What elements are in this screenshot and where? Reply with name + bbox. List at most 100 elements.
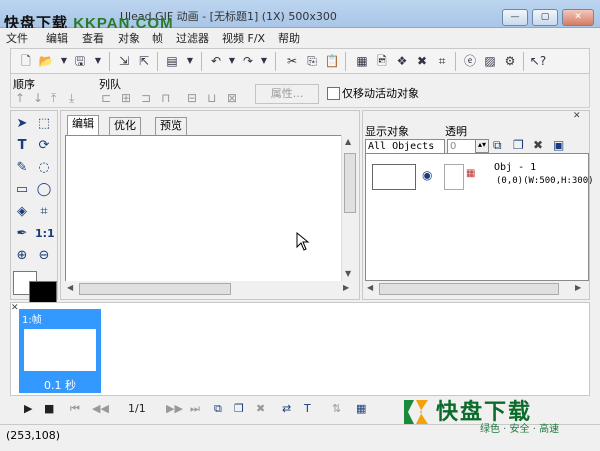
- scroll-left-icon[interactable]: ◀: [367, 283, 373, 292]
- new-object-icon[interactable]: ⧉: [493, 138, 502, 153]
- pointer-tool-icon[interactable]: ➤: [13, 115, 31, 133]
- frame-duration[interactable]: 0.1 秒: [19, 377, 101, 393]
- zoom-out-icon[interactable]: ⊖: [35, 247, 53, 265]
- paint-bucket-icon[interactable]: ◈: [13, 203, 31, 221]
- text-tool-icon[interactable]: T: [13, 137, 31, 155]
- close-button[interactable]: ✕: [562, 9, 594, 26]
- import-icon[interactable]: ⇲: [115, 52, 133, 70]
- zoom-in-icon[interactable]: ⊕: [13, 247, 31, 265]
- next-frame-icon[interactable]: ▶▶: [166, 401, 183, 417]
- menu-filters[interactable]: 过滤器: [176, 30, 209, 46]
- delete-object-icon[interactable]: ✖: [413, 52, 431, 70]
- play-icon[interactable]: ▶: [24, 401, 32, 417]
- arrow-bottom-icon[interactable]: ⤓: [69, 91, 74, 106]
- menu-file[interactable]: 文件: [6, 30, 28, 46]
- object-scroll-thumb[interactable]: [379, 283, 559, 295]
- object-properties-icon[interactable]: ▣: [553, 138, 564, 152]
- foreground-color-swatch[interactable]: [29, 281, 57, 303]
- first-frame-icon[interactable]: ⏮: [70, 401, 80, 417]
- vertical-scroll-thumb[interactable]: [344, 153, 356, 213]
- add-frame-icon[interactable]: ⧉: [214, 401, 222, 417]
- save-dropdown-icon[interactable]: ▼: [89, 52, 107, 70]
- align-bottom-icon[interactable]: ⊔: [207, 91, 216, 105]
- eyedropper-icon[interactable]: ✒: [13, 225, 31, 243]
- panel-close-icon[interactable]: ✕: [573, 111, 581, 121]
- menu-edit[interactable]: 编辑: [46, 30, 68, 46]
- frame-thumbnail[interactable]: 1:帧 0.1 秒: [19, 309, 101, 393]
- object-manager-icon[interactable]: ❖: [393, 52, 411, 70]
- browser-preview-icon[interactable]: ⓔ: [461, 52, 479, 70]
- scroll-right-icon[interactable]: ▶: [343, 283, 349, 292]
- object-hscrollbar[interactable]: ◀ ▶: [365, 281, 587, 295]
- eye-icon[interactable]: ◉: [422, 168, 432, 182]
- opacity-stepper[interactable]: ▴▾: [475, 139, 489, 153]
- ellipse-select-icon[interactable]: ◯: [35, 181, 53, 199]
- menu-help[interactable]: 帮助: [278, 30, 300, 46]
- last-frame-icon[interactable]: ⏭: [190, 401, 200, 417]
- lasso-tool-icon[interactable]: ◌: [35, 159, 53, 177]
- optimize-icon[interactable]: ▨: [481, 52, 499, 70]
- lock-toggle[interactable]: [444, 164, 464, 190]
- move-active-checkbox[interactable]: [327, 87, 340, 100]
- arrow-down-icon[interactable]: ↓: [33, 91, 43, 105]
- delete-frame-icon[interactable]: ✖: [256, 401, 265, 417]
- image-canvas[interactable]: [65, 135, 343, 283]
- cut-icon[interactable]: ✂: [283, 52, 301, 70]
- arrow-up-icon[interactable]: ↑: [15, 91, 25, 105]
- palette-dropdown-icon[interactable]: ▼: [181, 52, 199, 70]
- open-folder-icon[interactable]: 📂: [37, 52, 55, 70]
- banner-text-icon[interactable]: T: [304, 401, 311, 417]
- frame-panel-close-icon[interactable]: ✕: [11, 303, 19, 313]
- minimize-button[interactable]: —: [502, 9, 528, 26]
- reverse-icon[interactable]: ⇅: [332, 401, 341, 417]
- align-left-icon[interactable]: ⊏: [101, 91, 111, 105]
- previous-frame-icon[interactable]: ◀◀: [92, 401, 109, 417]
- arrow-top-icon[interactable]: ⤒: [51, 91, 56, 106]
- tab-preview[interactable]: 预览: [155, 117, 187, 135]
- rotate-tool-icon[interactable]: ⟳: [35, 137, 53, 155]
- align-top-icon[interactable]: ⊓: [161, 91, 170, 105]
- scroll-up-icon[interactable]: ▲: [345, 137, 351, 146]
- align-middle-icon[interactable]: ⊟: [187, 91, 197, 105]
- list-item[interactable]: ◉ ▦ Obj - 1 (0,0)(W:500,H:300): [370, 162, 594, 190]
- menu-video-fx[interactable]: 视频 F/X: [222, 30, 265, 46]
- menu-object[interactable]: 对象: [118, 30, 140, 46]
- scroll-right-icon[interactable]: ▶: [575, 283, 581, 292]
- redo-dropdown-icon[interactable]: ▼: [255, 52, 273, 70]
- paste-icon[interactable]: 📋: [323, 52, 341, 70]
- maximize-button[interactable]: ▢: [532, 9, 558, 26]
- settings-icon[interactable]: ⚙: [501, 52, 519, 70]
- menu-frame[interactable]: 帧: [152, 30, 163, 46]
- scroll-left-icon[interactable]: ◀: [67, 283, 73, 292]
- brush-tool-icon[interactable]: ✎: [13, 159, 31, 177]
- export-icon[interactable]: ⇱: [135, 52, 153, 70]
- palette-icon[interactable]: ▤: [163, 52, 181, 70]
- duplicate-frame-icon[interactable]: ❐: [234, 401, 244, 417]
- copy-icon[interactable]: ⎘: [303, 52, 321, 70]
- actual-size-icon[interactable]: 1:1: [35, 225, 55, 243]
- tween-icon[interactable]: ⇄: [282, 401, 291, 417]
- horizontal-scroll-thumb[interactable]: [79, 283, 231, 295]
- image-properties-icon[interactable]: 🖻: [373, 52, 391, 70]
- stop-icon[interactable]: ■: [44, 401, 54, 417]
- crop-icon[interactable]: ⌗: [433, 52, 451, 70]
- properties-button[interactable]: 属性...: [255, 84, 319, 104]
- align-right-icon[interactable]: ⊐: [141, 91, 151, 105]
- context-help-icon[interactable]: ↖?: [529, 52, 547, 70]
- horizontal-scrollbar[interactable]: ◀ ▶: [65, 281, 355, 295]
- duplicate-object-icon[interactable]: ❐: [513, 138, 524, 152]
- crop-tool-icon[interactable]: ⌗: [35, 203, 53, 221]
- delete-object-icon[interactable]: ✖: [533, 138, 543, 152]
- new-file-icon[interactable]: 🗋: [17, 52, 35, 70]
- save-icon[interactable]: 🖫: [71, 52, 89, 70]
- menu-view[interactable]: 查看: [82, 30, 104, 46]
- frame-props-icon[interactable]: ▦: [356, 401, 366, 417]
- eraser-tool-icon[interactable]: ▭: [13, 181, 31, 199]
- tab-edit[interactable]: 编辑: [67, 115, 99, 135]
- distribute-icon[interactable]: ⊠: [227, 91, 237, 105]
- marquee-tool-icon[interactable]: ⬚: [35, 115, 53, 133]
- tab-optimize[interactable]: 优化: [109, 117, 141, 135]
- frame-properties-icon[interactable]: ▦: [353, 52, 371, 70]
- align-center-icon[interactable]: ⊞: [121, 91, 131, 105]
- scroll-down-icon[interactable]: ▼: [345, 269, 351, 278]
